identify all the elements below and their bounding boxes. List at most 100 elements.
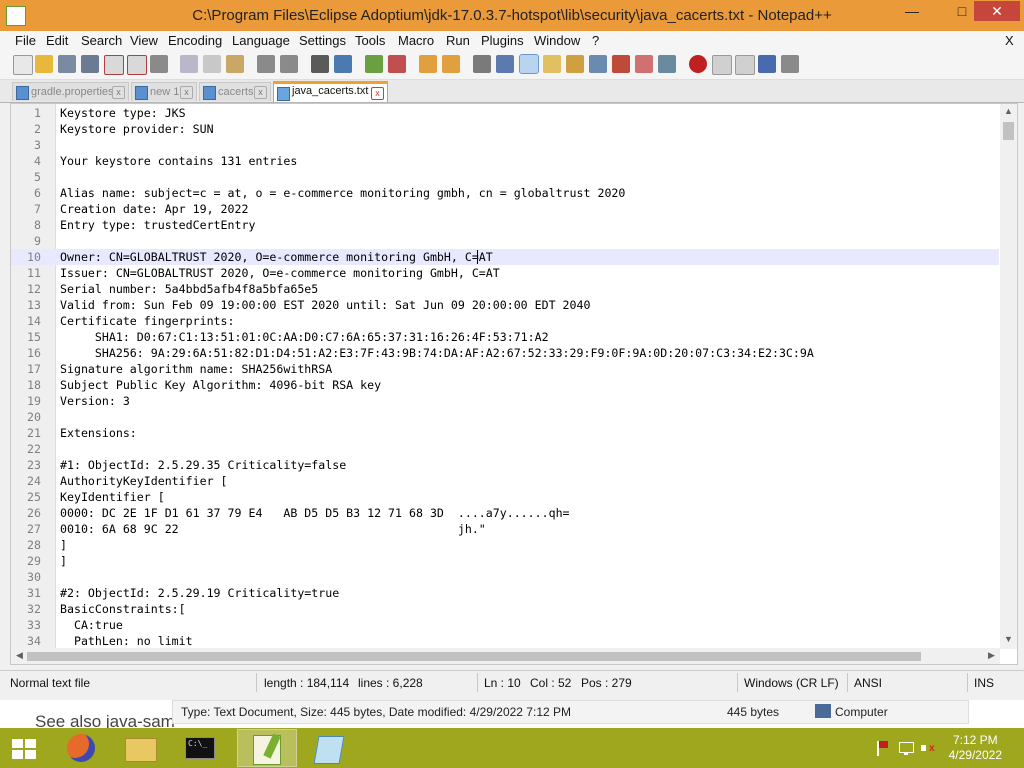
menu-search[interactable]: Search [81,33,122,48]
menu-view[interactable]: View [130,33,158,48]
scroll-right-arrow-icon[interactable]: ▶ [983,650,1000,661]
replace-icon[interactable] [334,55,352,73]
editor-line[interactable]: 5 [11,169,999,185]
tab-gradle-properties[interactable]: gradle.properties x [12,82,129,101]
close-window-button[interactable]: ✕ [974,1,1020,21]
line-text[interactable]: ] [60,537,67,553]
line-text[interactable]: Issuer: CN=GLOBALTRUST 2020, O=e-commerc… [60,265,500,281]
menu-settings[interactable]: Settings [299,33,346,48]
close-all-icon[interactable] [127,55,147,75]
line-text[interactable]: #1: ObjectId: 2.5.29.35 Criticality=fals… [60,457,346,473]
menu-language[interactable]: Language [232,33,290,48]
line-text[interactable]: Entry type: trustedCertEntry [60,217,255,233]
menu-plugins[interactable]: Plugins [481,33,524,48]
action-center-flag-icon[interactable] [874,740,890,756]
editor-line[interactable]: 27 0010: 6A 68 9C 22 jh." [11,521,999,537]
scroll-left-arrow-icon[interactable]: ◀ [11,650,28,661]
editor-line[interactable]: 3 [11,137,999,153]
line-text[interactable]: Keystore type: JKS [60,105,186,121]
line-text[interactable]: Extensions: [60,425,137,441]
undo-icon[interactable] [257,55,275,73]
menu-edit[interactable]: Edit [46,33,68,48]
sync-horizontal-icon[interactable] [442,55,460,73]
menu-window[interactable]: Window [534,33,580,48]
editor-line[interactable]: 15 SHA1: D0:67:C1:13:51:01:0C:AA:D0:C7:6… [11,329,999,345]
vertical-scrollbar[interactable]: ▲ ▼ [1000,104,1017,649]
document-map-icon[interactable] [566,55,584,73]
file-explorer-icon[interactable] [114,730,166,766]
menu-help[interactable]: ? [592,33,599,48]
line-text[interactable]: Valid from: Sun Feb 09 19:00:00 EST 2020… [60,297,590,313]
redo-icon[interactable] [280,55,298,73]
menu-encoding[interactable]: Encoding [168,33,222,48]
close-tab-icon[interactable]: x [371,87,384,100]
tab-cacerts[interactable]: cacerts x [199,82,271,101]
line-text[interactable]: Keystore provider: SUN [60,121,214,137]
save-icon[interactable] [58,55,76,73]
menu-tools[interactable]: Tools [355,33,385,48]
title-bar[interactable]: C:\Program Files\Eclipse Adoptium\jdk-17… [0,0,1024,31]
zoom-in-icon[interactable] [365,55,383,73]
tab-new-1[interactable]: new 1 x [131,82,197,101]
editor-line[interactable]: 12 Serial number: 5a4bbd5afb4f8a5bfa65e5 [11,281,999,297]
record-macro-icon[interactable] [689,55,707,73]
editor-line[interactable]: 18 Subject Public Key Algorithm: 4096-bit… [11,377,999,393]
open-file-icon[interactable] [35,55,53,73]
close-tab-icon[interactable]: x [254,86,267,99]
line-text[interactable]: KeyIdentifier [ [60,489,165,505]
line-text[interactable]: ] [60,553,67,569]
line-text[interactable]: 0010: 6A 68 9C 22 jh." [60,521,486,537]
line-text[interactable]: Subject Public Key Algorithm: 4096-bit R… [60,377,381,393]
scroll-up-arrow-icon[interactable]: ▲ [1000,106,1017,116]
editor-line[interactable]: 13 Valid from: Sun Feb 09 19:00:00 EST 20… [11,297,999,313]
editor-line[interactable]: 30 [11,569,999,585]
close-document-button[interactable]: X [1005,33,1014,48]
stop-recording-icon[interactable] [712,55,732,75]
find-icon[interactable] [311,55,329,73]
editor-line[interactable]: 25 KeyIdentifier [ [11,489,999,505]
editor-line[interactable]: 31 #2: ObjectId: 2.5.29.19 Criticality=tr… [11,585,999,601]
editor-line[interactable]: 23 #1: ObjectId: 2.5.29.35 Criticality=fa… [11,457,999,473]
text-editor[interactable]: 1 Keystore type: JKS 2 Keystore provider: S… [10,103,1018,665]
editor-line[interactable]: 24 AuthorityKeyIdentifier [ [11,473,999,489]
function-list-icon[interactable] [612,55,630,73]
user-defined-language-icon[interactable] [543,55,561,73]
paste-icon[interactable] [226,55,244,73]
menu-run[interactable]: Run [446,33,470,48]
windows-start-icon[interactable] [0,730,48,766]
cut-icon[interactable] [180,55,198,73]
vertical-scroll-thumb[interactable] [1003,122,1014,140]
horizontal-scroll-thumb[interactable] [27,652,921,661]
line-text[interactable]: Version: 3 [60,393,130,409]
play-macro-icon[interactable] [735,55,755,75]
network-icon[interactable] [898,740,914,756]
line-text[interactable]: SHA256: 9A:29:6A:51:82:D1:D4:51:A2:E3:7F… [60,345,814,361]
line-text[interactable]: #2: ObjectId: 2.5.29.19 Criticality=true [60,585,339,601]
editor-line[interactable]: 8 Entry type: trustedCertEntry [11,217,999,233]
line-text[interactable]: 0000: DC 2E 1F D1 61 37 79 E4 AB D5 D5 B… [60,505,570,521]
notepad-plus-plus-icon[interactable] [237,729,297,767]
editor-line[interactable]: 16 SHA256: 9A:29:6A:51:82:D1:D4:51:A2:E3… [11,345,999,361]
folder-as-workspace-icon[interactable] [635,55,653,73]
line-text[interactable]: Creation date: Apr 19, 2022 [60,201,248,217]
editor-line[interactable]: 6 Alias name: subject=c = at, o = e-comme… [11,185,999,201]
editor-line[interactable]: 28] [11,537,999,553]
editor-line[interactable]: 22 [11,441,999,457]
line-text[interactable]: Certificate fingerprints: [60,313,235,329]
line-text[interactable]: Alias name: subject=c = at, o = e-commer… [60,185,625,201]
show-all-characters-icon[interactable] [496,55,514,73]
close-tab-icon[interactable]: x [180,86,193,99]
document-list-icon[interactable] [589,55,607,73]
run-macro-multiple-icon[interactable] [758,55,776,73]
editor-line[interactable]: 19 Version: 3 [11,393,999,409]
editor-line[interactable]: 17 Signature algorithm name: SHA256withRS… [11,361,999,377]
close-icon[interactable] [104,55,124,75]
editor-line[interactable]: 7 Creation date: Apr 19, 2022 [11,201,999,217]
editor-line[interactable]: 21 Extensions: [11,425,999,441]
zoom-out-icon[interactable] [388,55,406,73]
line-text[interactable]: Your keystore contains 131 entries [60,153,297,169]
line-text[interactable]: Signature algorithm name: SHA256withRSA [60,361,332,377]
menu-macro[interactable]: Macro [398,33,434,48]
print-icon[interactable] [150,55,168,73]
editor-line[interactable]: 1 Keystore type: JKS [11,105,999,121]
